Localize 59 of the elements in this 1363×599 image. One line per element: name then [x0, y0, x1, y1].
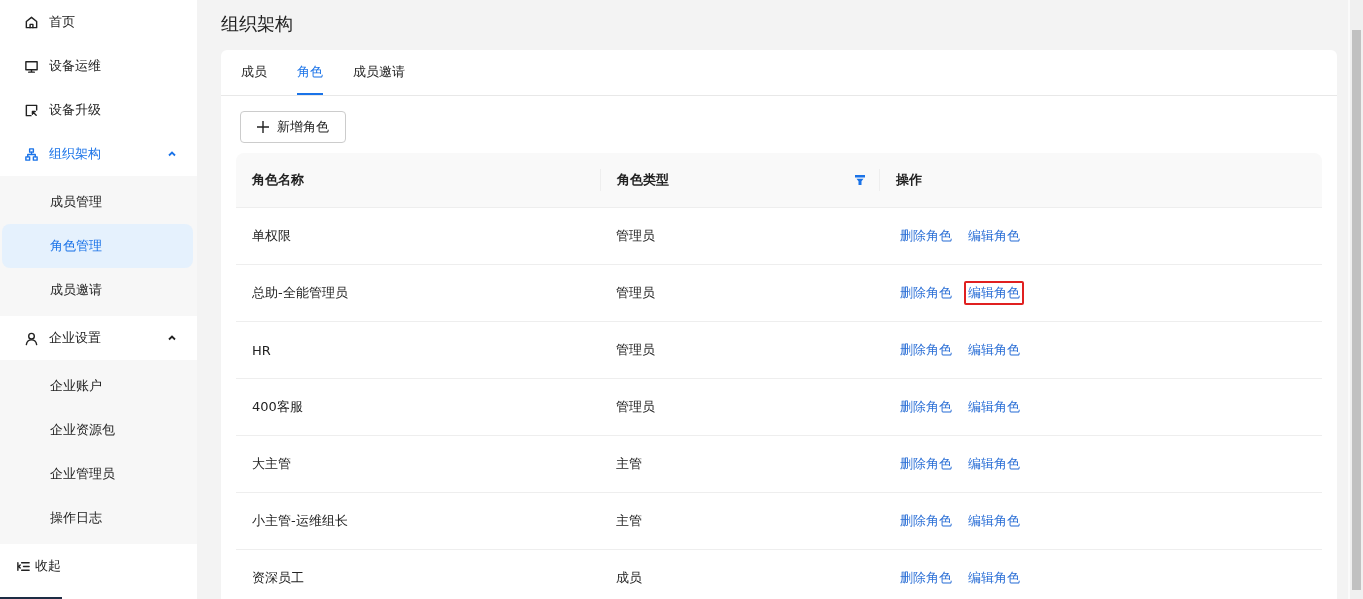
arrow-square-icon: [24, 102, 39, 118]
delete-role-link[interactable]: 删除角色: [896, 338, 956, 362]
delete-role-link[interactable]: 删除角色: [896, 566, 956, 590]
edit-role-link[interactable]: 编辑角色: [964, 566, 1024, 590]
table-cell-text: 主管: [615, 512, 643, 530]
user-icon: [24, 330, 39, 346]
column-header: 操作: [895, 171, 923, 189]
scrollbar[interactable]: [1348, 0, 1363, 599]
delete-role-link[interactable]: 删除角色: [896, 452, 956, 476]
table-cell-text: 单权限: [251, 227, 292, 245]
table-cell-text: 管理员: [615, 341, 656, 359]
table-cell-text: 资深员工: [251, 569, 305, 587]
home-icon: [24, 14, 39, 30]
progress-indicator: [0, 597, 62, 599]
submenu-item[interactable]: 成员邀请: [2, 268, 193, 312]
org-chart-icon: [24, 146, 39, 162]
edit-role-link[interactable]: 编辑角色: [964, 224, 1024, 248]
tab[interactable]: 角色: [297, 50, 323, 95]
chevron-icon[interactable]: [167, 333, 177, 343]
table-cell-text: 400客服: [251, 398, 304, 416]
add-role-button[interactable]: 新增角色: [240, 111, 346, 143]
delete-role-link[interactable]: 删除角色: [896, 224, 956, 248]
plus-icon: [257, 121, 269, 133]
table-cell-text: 主管: [615, 455, 643, 473]
submenu-item[interactable]: 角色管理: [2, 224, 193, 268]
nav-item[interactable]: 组织架构: [0, 132, 197, 176]
edit-role-link[interactable]: 编辑角色: [964, 509, 1024, 533]
page-title: 组织架构: [221, 12, 293, 36]
table-cell-text: 管理员: [615, 227, 656, 245]
collapse-button[interactable]: 收起: [0, 544, 197, 588]
table-cell-text: 小主管-运维组长: [251, 512, 349, 530]
delete-role-link[interactable]: 删除角色: [896, 281, 956, 305]
table-cell-text: 总助-全能管理员: [251, 284, 349, 302]
submenu-item[interactable]: 成员管理: [2, 180, 193, 224]
edit-role-link[interactable]: 编辑角色: [964, 281, 1024, 305]
edit-role-link[interactable]: 编辑角色: [964, 338, 1024, 362]
table-cell-text: 管理员: [615, 398, 656, 416]
nav-item[interactable]: 设备运维: [0, 44, 197, 88]
submenu-item[interactable]: 操作日志: [2, 496, 193, 540]
submenu-item[interactable]: 企业账户: [2, 364, 193, 408]
nav-item[interactable]: 企业设置: [0, 316, 197, 360]
edit-role-link[interactable]: 编辑角色: [964, 452, 1024, 476]
table-cell-text: HR: [251, 341, 272, 360]
filter-icon[interactable]: [855, 175, 865, 185]
nav-item[interactable]: 设备升级: [0, 88, 197, 132]
table-cell-text: 大主管: [251, 455, 292, 473]
delete-role-link[interactable]: 删除角色: [896, 395, 956, 419]
tab[interactable]: 成员邀请: [353, 50, 405, 95]
submenu-item[interactable]: 企业管理员: [2, 452, 193, 496]
monitor-icon: [24, 58, 39, 74]
nav-item[interactable]: 首页: [0, 0, 197, 44]
edit-role-link[interactable]: 编辑角色: [964, 395, 1024, 419]
table-cell-text: 成员: [615, 569, 643, 587]
delete-role-link[interactable]: 删除角色: [896, 509, 956, 533]
table-cell-text: 管理员: [615, 284, 656, 302]
column-header: 角色类型: [600, 169, 880, 191]
tab[interactable]: 成员: [241, 50, 267, 95]
column-header: 角色名称: [251, 171, 305, 189]
submenu-item[interactable]: 企业资源包: [2, 408, 193, 452]
